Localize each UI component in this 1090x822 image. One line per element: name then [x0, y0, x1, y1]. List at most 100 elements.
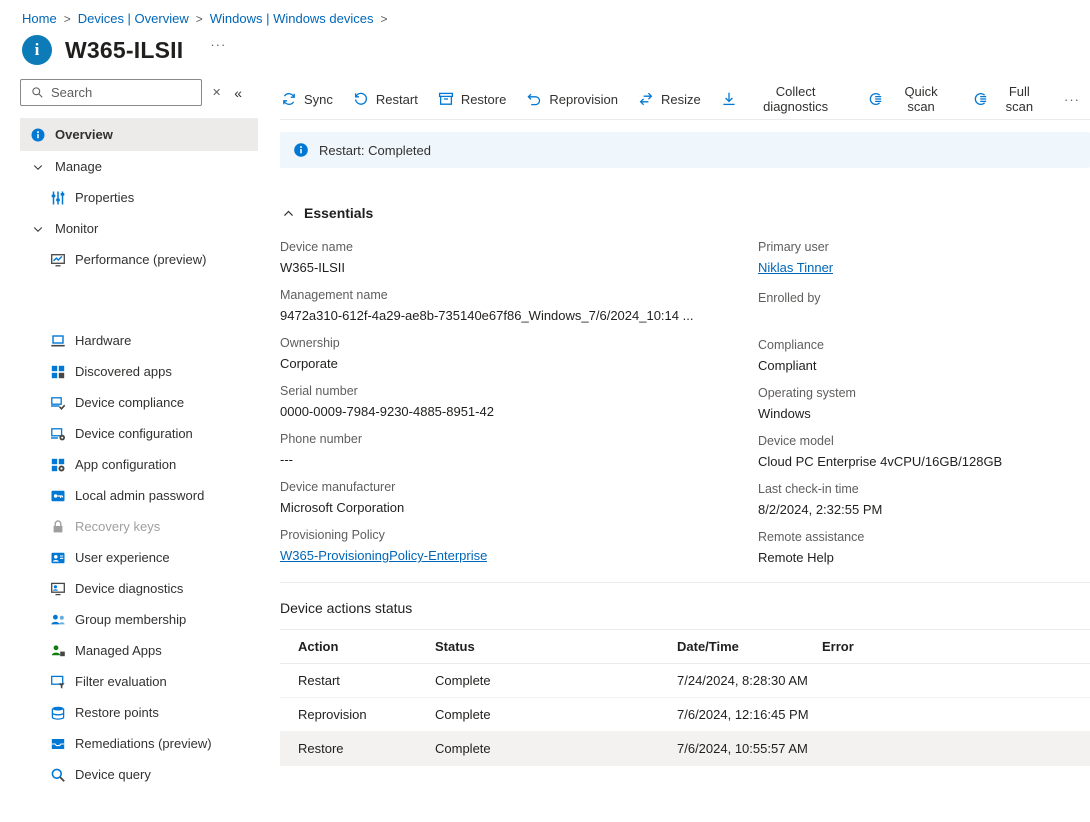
- sidebar-item-filter-evaluation[interactable]: Filter evaluation: [20, 666, 258, 697]
- field-label: Primary user: [758, 240, 829, 254]
- field-last-check-in-time: Last check-in time 8/2/2024, 2:32:55 PM: [758, 482, 1090, 518]
- table-header-row: Action Status Date/Time Error: [280, 629, 1090, 664]
- sidebar-item-overview[interactable]: Overview: [20, 118, 258, 151]
- sidebar-item-device-diagnostics[interactable]: Device diagnostics: [20, 573, 258, 604]
- reprovision-icon: [526, 91, 542, 107]
- sidebar-item-monitor[interactable]: Monitor: [20, 213, 258, 244]
- column-header-error[interactable]: Error: [822, 629, 1090, 664]
- device-diagnostics-icon: [50, 581, 66, 597]
- field-label: Phone number: [280, 432, 363, 446]
- toolbar-button-label: Restart: [375, 91, 418, 107]
- column-header-action[interactable]: Action: [280, 629, 435, 664]
- cell-status: Complete: [435, 697, 677, 732]
- toolbar-button-label: Restore: [460, 91, 507, 107]
- toolbar-button-label: Quick scan: [904, 84, 938, 114]
- field-label: Ownership: [280, 336, 340, 350]
- collapse-sidebar-icon[interactable]: «: [234, 85, 242, 101]
- toolbar-button-label: Full scan: [1005, 84, 1034, 114]
- full-scan-icon: [972, 91, 988, 107]
- sidebar-nav: Overview Manage Properties Monitor Performan…: [20, 118, 258, 790]
- sidebar-item-app-configuration[interactable]: App configuration: [20, 449, 258, 480]
- chevron-down-icon: [30, 221, 46, 237]
- sidebar-item-label: Performance (preview): [75, 252, 207, 267]
- field-label: Device model: [758, 434, 834, 448]
- sidebar-item-device-configuration[interactable]: Device configuration: [20, 418, 258, 449]
- field-value: Remote Help: [758, 550, 834, 565]
- field-label: Serial number: [280, 384, 358, 398]
- sidebar-item-label: Restore points: [75, 705, 159, 720]
- sidebar-item-group-membership[interactable]: Group membership: [20, 604, 258, 635]
- toolbar-button-label: Collect diagnostics: [763, 84, 829, 114]
- sidebar-item-performance-preview[interactable]: Performance (preview): [20, 244, 258, 275]
- cell-action: Restart: [280, 663, 435, 698]
- field-serial-number: Serial number 0000-0009-7984-9230-4885-89…: [280, 384, 758, 420]
- essentials-toggle[interactable]: Essentials: [280, 205, 373, 221]
- sidebar-item-label: Local admin password: [75, 488, 205, 503]
- field-label: Enrolled by: [758, 291, 821, 305]
- filter-evaluation-icon: [50, 674, 66, 690]
- field-value: 9472a310-612f-4a29-ae8b-735140e67f86_Win…: [280, 308, 694, 323]
- sidebar-item-managed-apps[interactable]: Managed Apps: [20, 635, 258, 666]
- toolbar-full-scan-button[interactable]: Full scan: [962, 78, 1054, 120]
- cell-status: Complete: [435, 663, 677, 698]
- search-input[interactable]: [51, 85, 193, 100]
- field-label: Operating system: [758, 386, 856, 400]
- sidebar-item-hardware[interactable]: Hardware: [20, 325, 258, 356]
- sidebar-item-user-experience[interactable]: User experience: [20, 542, 258, 573]
- breadcrumb-link-devices-overview[interactable]: Devices | Overview: [78, 11, 189, 26]
- device-actions-table: Action Status Date/Time Error Restart Comple…: [280, 629, 1090, 766]
- breadcrumb-link-home[interactable]: Home: [22, 11, 57, 26]
- sidebar-item-restore-points[interactable]: Restore points: [20, 697, 258, 728]
- sidebar-item-manage[interactable]: Manage: [20, 151, 258, 182]
- sidebar-item-label: Recovery keys: [75, 519, 161, 534]
- managed-apps-icon: [50, 643, 66, 659]
- sidebar-item-device-query[interactable]: Device query: [20, 759, 258, 790]
- action-status-row-restore[interactable]: Restore Complete 7/6/2024, 10:55:57 AM: [280, 731, 1090, 766]
- toolbar-more-button[interactable]: ···: [1054, 86, 1090, 113]
- title-more-button[interactable]: ···: [210, 37, 226, 52]
- hardware-icon: [50, 333, 66, 349]
- action-status-row-reprovision[interactable]: Reprovision Complete 7/6/2024, 12:16:45 PM: [280, 697, 1090, 732]
- toolbar-collect-diagnostics-button[interactable]: Collect diagnostics: [711, 78, 858, 120]
- field-remote-assistance: Remote assistance Remote Help: [758, 530, 1090, 566]
- device-info-icon: i: [22, 35, 52, 65]
- search-icon: [29, 85, 45, 101]
- resize-icon: [638, 91, 654, 107]
- toolbar-sync-button[interactable]: Sync: [280, 85, 343, 113]
- toolbar-button-label: Resize: [661, 91, 701, 107]
- column-header-date-time[interactable]: Date/Time: [677, 629, 822, 664]
- banner-text: Restart: Completed: [319, 142, 431, 158]
- field-operating-system: Operating system Windows: [758, 386, 1090, 422]
- breadcrumb-link-windows-windows-devices[interactable]: Windows | Windows devices: [210, 11, 374, 26]
- field-label: Remote assistance: [758, 530, 865, 544]
- sidebar-item-local-admin-password[interactable]: Local admin password: [20, 480, 258, 511]
- field-phone-number: Phone number ---: [280, 432, 758, 468]
- provisioning-policy-link[interactable]: W365-ProvisioningPolicy-Enterprise: [280, 547, 487, 564]
- sidebar-item-label: Device query: [75, 767, 151, 782]
- toolbar-reprovision-button[interactable]: Reprovision: [516, 85, 628, 113]
- local-admin-password-icon: [50, 488, 66, 504]
- column-header-status[interactable]: Status: [435, 629, 677, 664]
- sidebar-item-remediations-preview[interactable]: Remediations (preview): [20, 728, 258, 759]
- toolbar-quick-scan-button[interactable]: Quick scan: [857, 78, 961, 120]
- essentials-grid: Device name W365-ILSII Management name 9472…: [280, 240, 1090, 579]
- sidebar-item-properties[interactable]: Properties: [20, 182, 258, 213]
- cell-error: [822, 663, 1090, 698]
- field-ownership: Ownership Corporate: [280, 336, 758, 372]
- sidebar-item-discovered-apps[interactable]: Discovered apps: [20, 356, 258, 387]
- sidebar-item-label: Properties: [75, 190, 135, 205]
- sidebar-item-device-compliance[interactable]: Device compliance: [20, 387, 258, 418]
- toolbar-restore-button[interactable]: Restore: [428, 85, 517, 113]
- breadcrumb: Home > Devices | Overview > Windows | Window…: [0, 0, 1090, 26]
- quick-scan-icon: [867, 91, 883, 107]
- toolbar-resize-button[interactable]: Resize: [628, 85, 711, 113]
- primary-user-link[interactable]: Niklas Tinner: [758, 259, 833, 276]
- sidebar-item-recovery-keys[interactable]: Recovery keys: [20, 511, 258, 542]
- toolbar-restart-button[interactable]: Restart: [343, 85, 428, 113]
- dismiss-search-icon[interactable]: ✕: [212, 86, 221, 99]
- toolbar-button-label: Sync: [304, 91, 333, 107]
- sidebar-item-label: App configuration: [75, 457, 177, 472]
- field-value: 8/2/2024, 2:32:55 PM: [758, 502, 883, 517]
- field-management-name: Management name 9472a310-612f-4a29-ae8b-7…: [280, 288, 758, 324]
- action-status-row-restart[interactable]: Restart Complete 7/24/2024, 8:28:30 AM: [280, 663, 1090, 698]
